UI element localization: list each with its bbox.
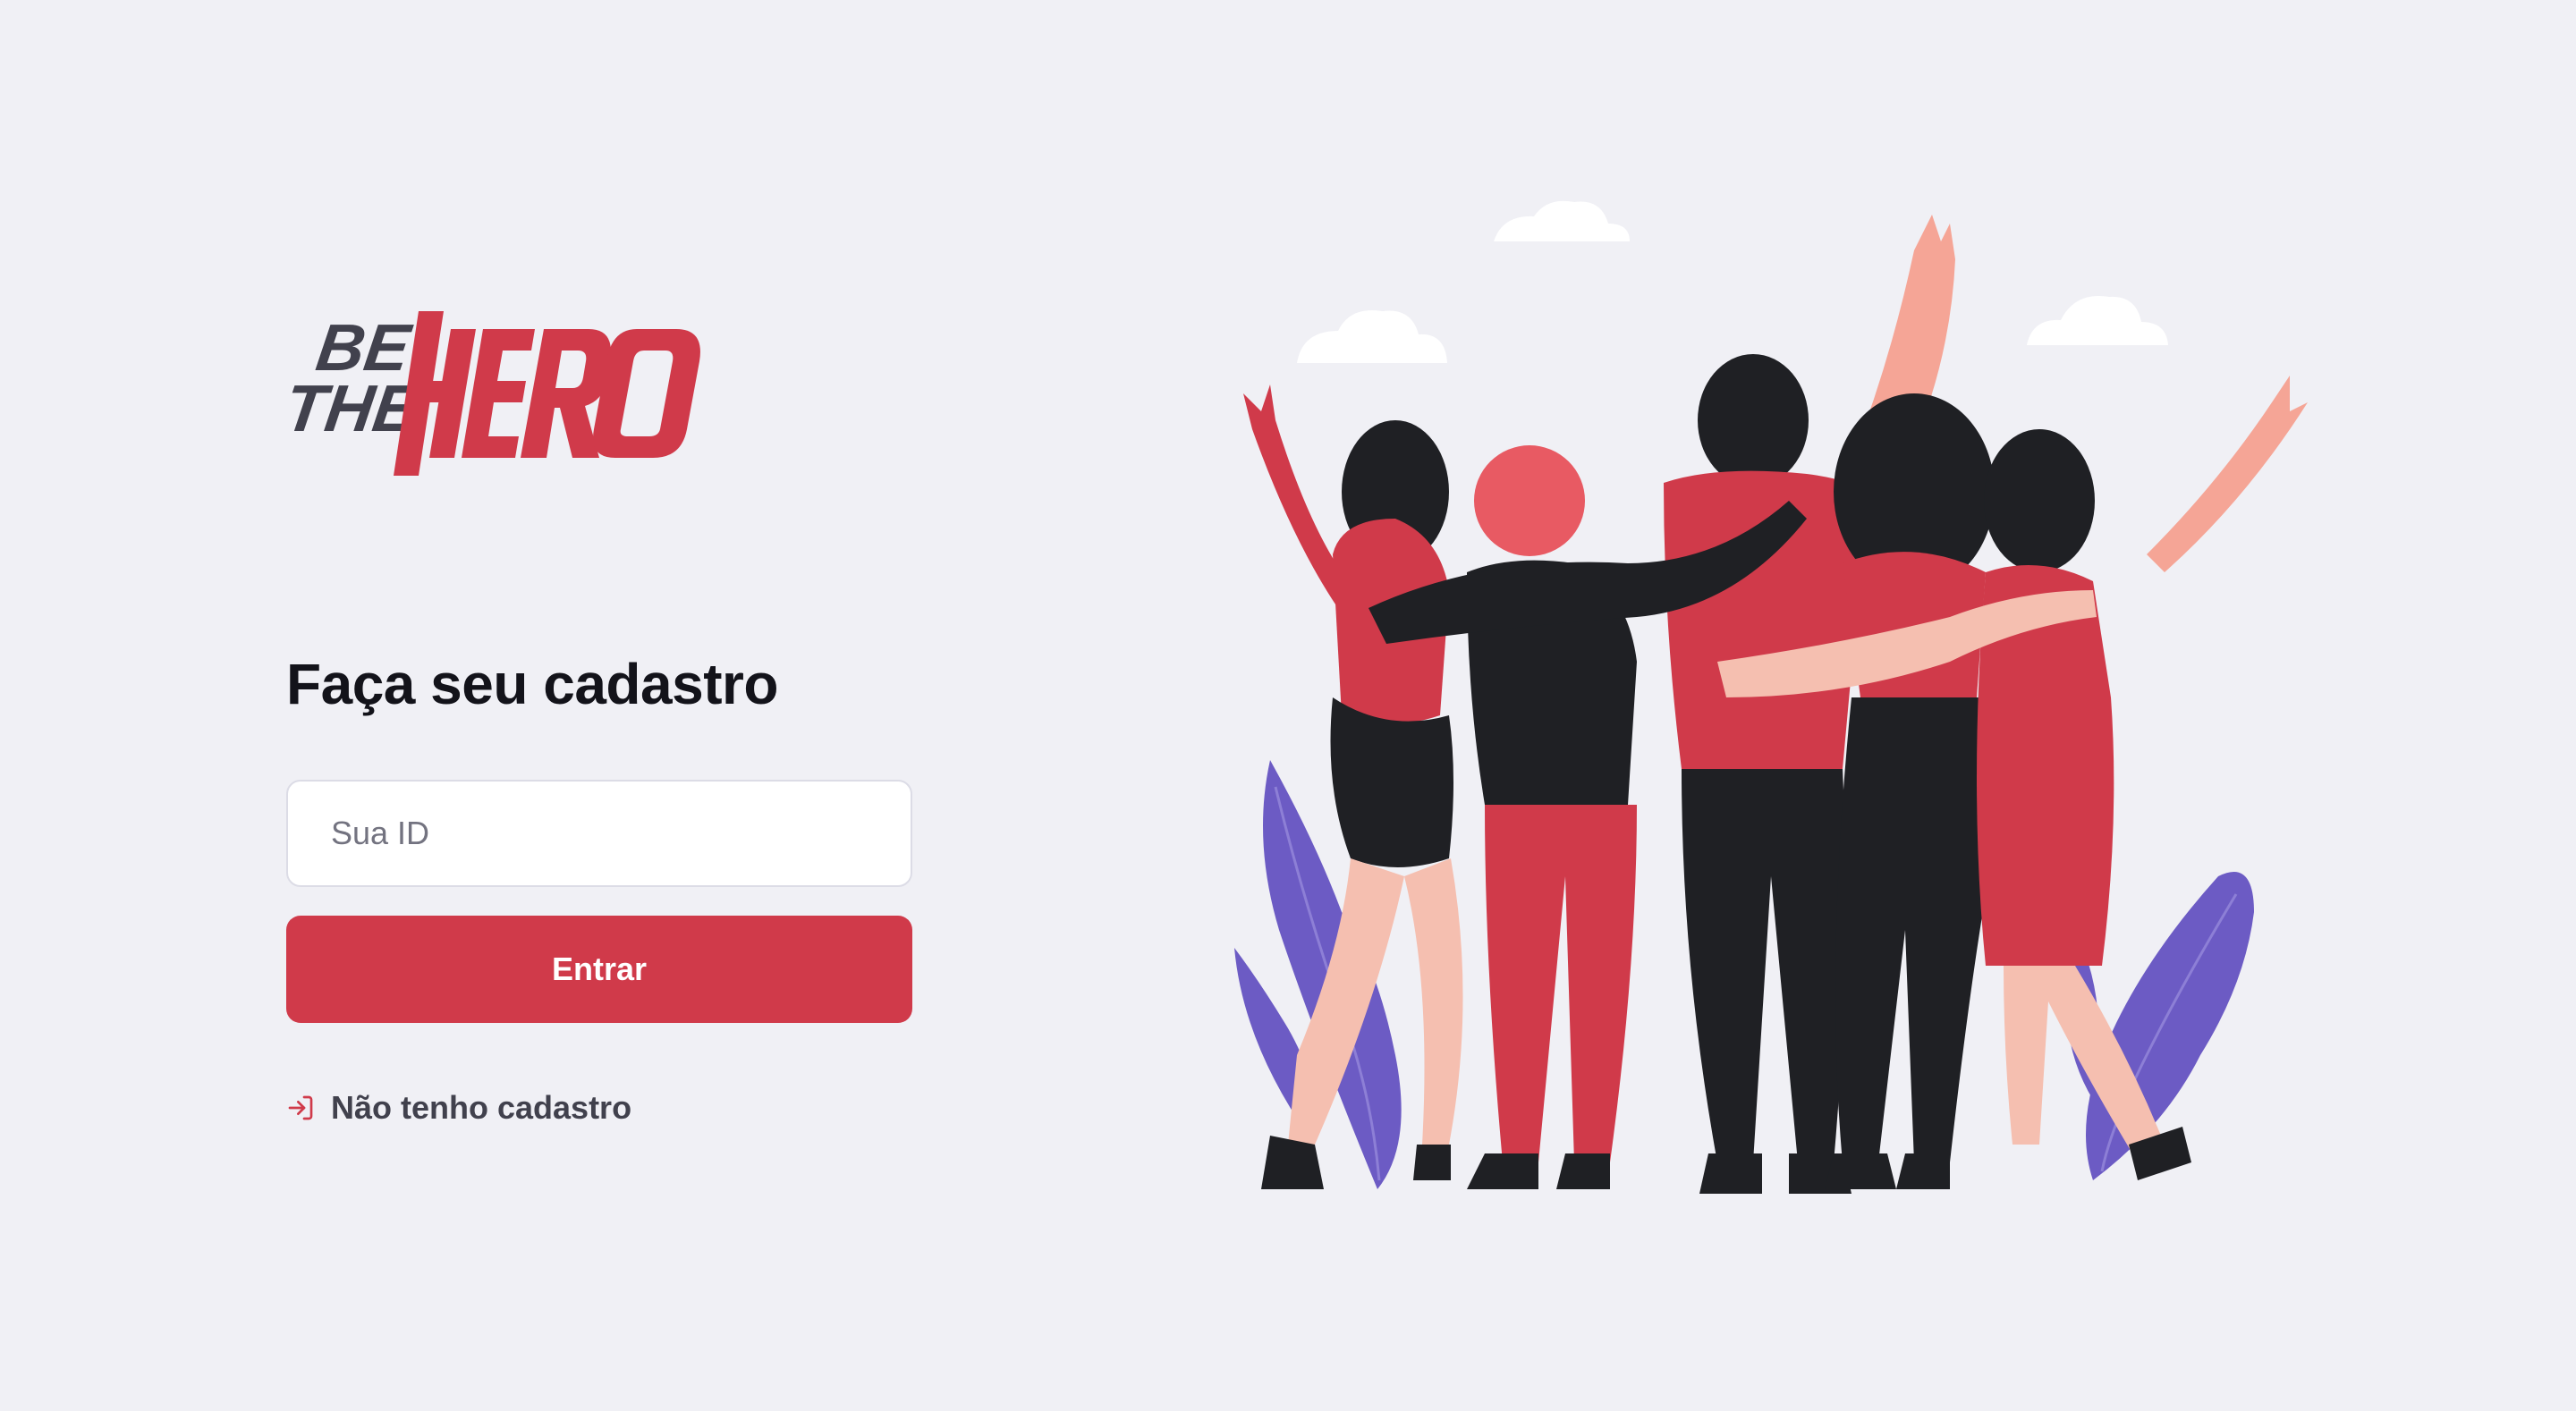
register-link[interactable]: Não tenho cadastro [286, 1089, 631, 1127]
logo-hero-word [394, 311, 700, 476]
id-input[interactable] [286, 780, 912, 887]
register-link-label: Não tenho cadastro [331, 1089, 632, 1126]
logon-page: BE THE Faça seu cadastro Entrar [0, 0, 2576, 1411]
heroes-group-illustration [1216, 197, 2308, 1234]
enter-button[interactable]: Entrar [286, 916, 912, 1023]
be-the-hero-logo: BE THE [284, 275, 741, 476]
log-in-icon [286, 1094, 315, 1122]
cloud-shapes [1297, 200, 2168, 363]
person-2-shape [1467, 445, 1637, 1189]
person-4-shape [1825, 393, 1995, 1189]
page-title: Faça seu cadastro [286, 652, 779, 716]
